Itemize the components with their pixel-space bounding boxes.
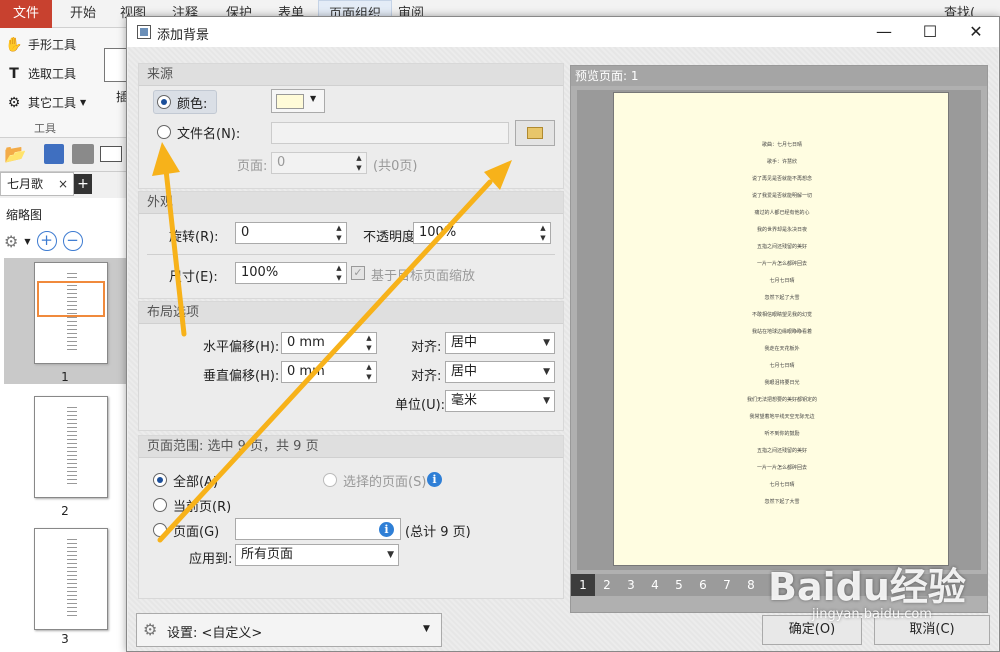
watermark-url: jingyan.baidu.com (812, 607, 932, 622)
arrow-to-filename-radio (152, 142, 187, 337)
annotation-arrows (152, 142, 512, 543)
watermark-logo: Baidu经验 (768, 565, 966, 609)
arrow-to-browse-button (157, 160, 512, 543)
